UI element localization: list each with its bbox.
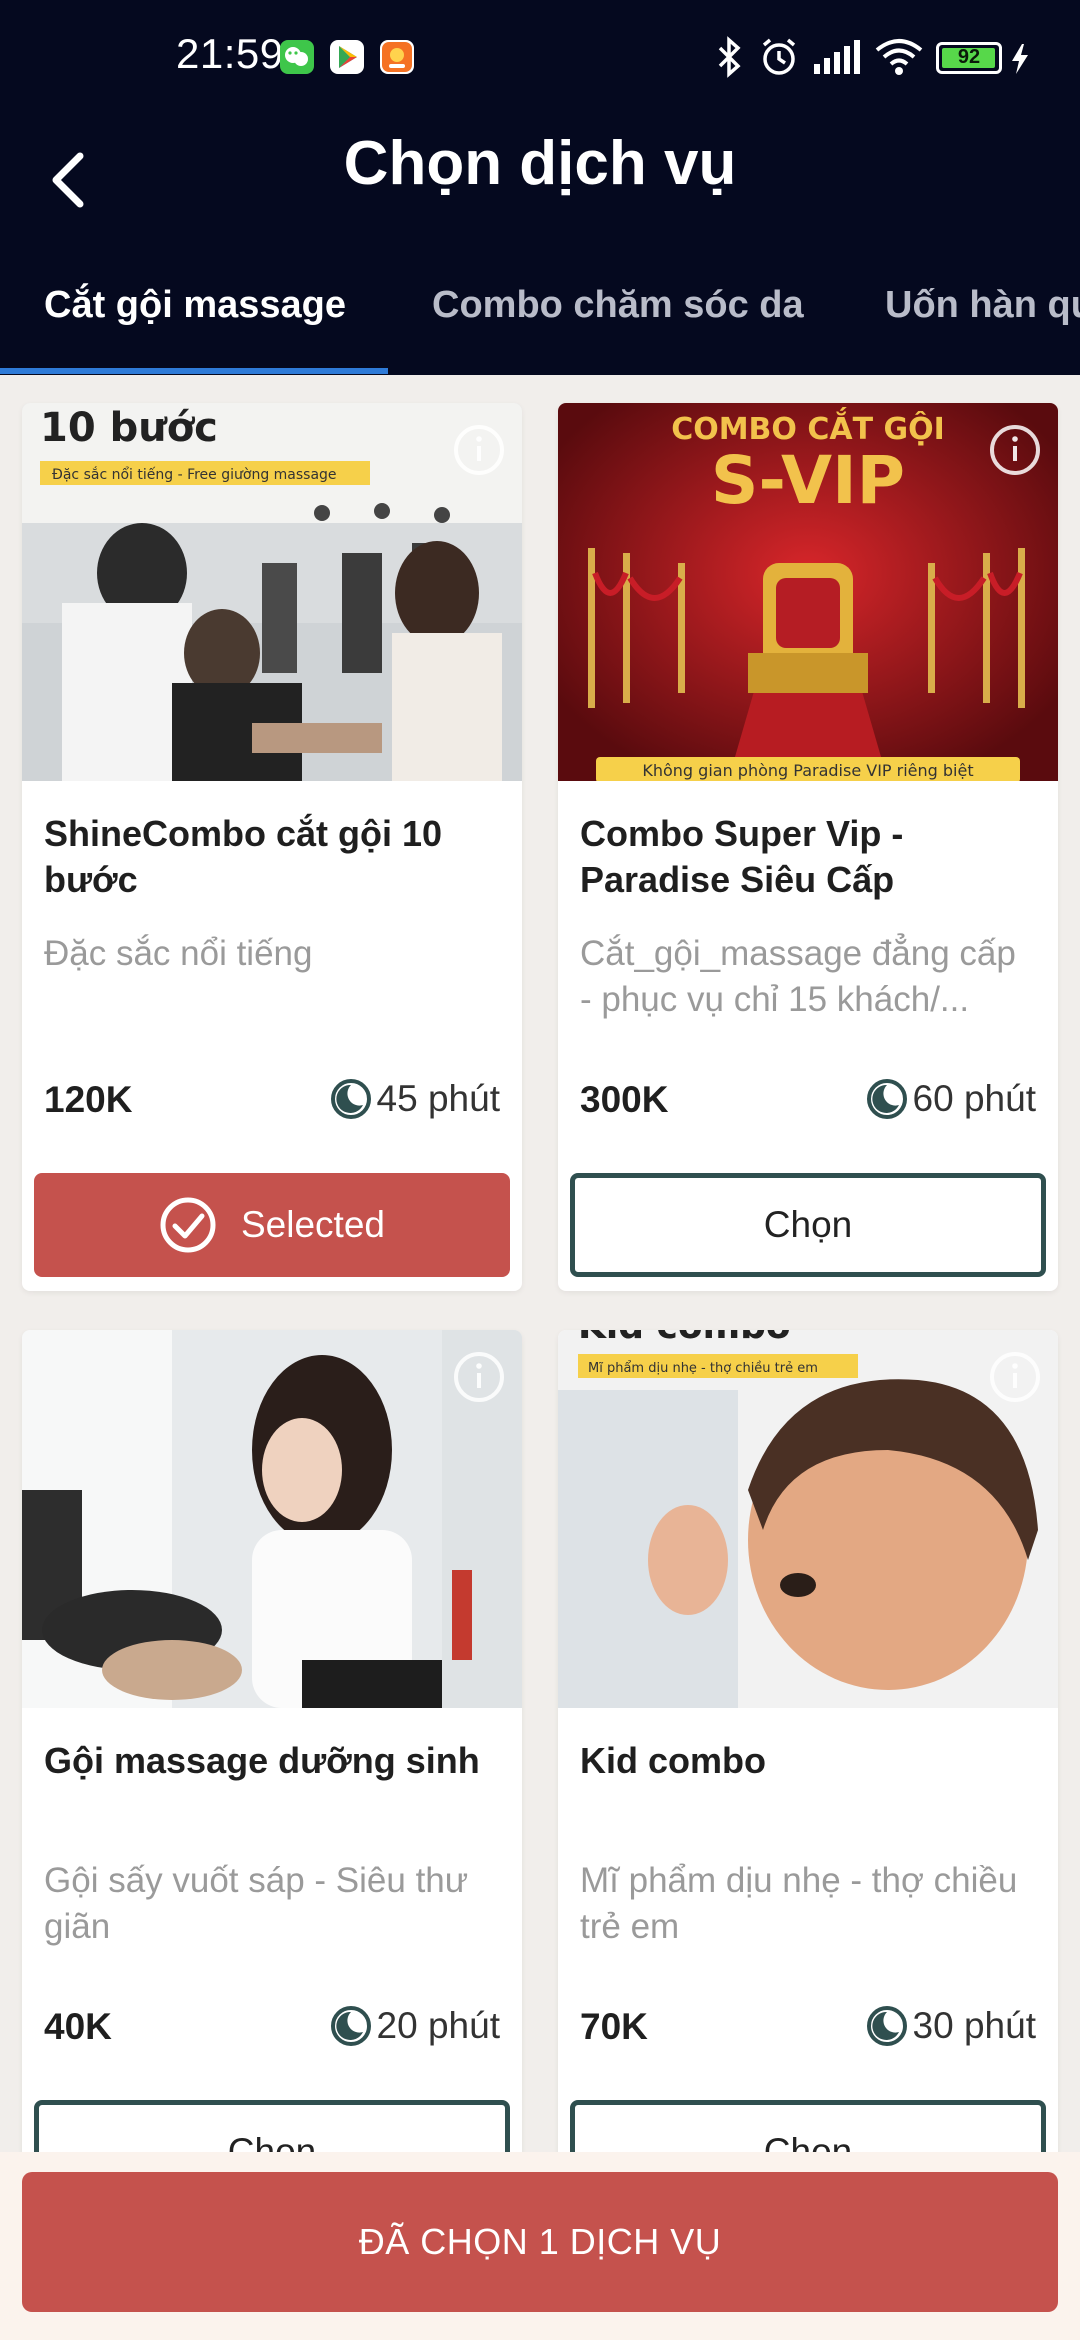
service-title: Gội massage dưỡng sinh bbox=[44, 1740, 480, 1781]
bluetooth-icon bbox=[712, 36, 746, 78]
navigation-bar: Chọn dịch vụ bbox=[0, 120, 1080, 260]
svg-text:Kid combo: Kid combo bbox=[578, 1330, 791, 1347]
service-title: Kid combo bbox=[580, 1740, 766, 1781]
service-price: 70K bbox=[580, 2006, 648, 2047]
wechat-icon bbox=[280, 40, 314, 74]
svg-text:Mĩ phẩm dịu nhẹ - thợ chiều tr: Mĩ phẩm dịu nhẹ - thợ chiều trẻ em bbox=[588, 1361, 818, 1376]
confirm-selection-button[interactable]: ĐÃ CHỌN 1 DỊCH VỤ bbox=[22, 2172, 1058, 2312]
svg-text:COMBO CẮT GỘI: COMBO CẮT GỘI bbox=[671, 407, 945, 447]
info-icon[interactable] bbox=[988, 1350, 1042, 1404]
category-tabs: Cắt gội massage Combo chăm sóc da Uốn hà… bbox=[0, 270, 1080, 375]
alarm-icon bbox=[758, 36, 800, 78]
bottom-bar: ĐÃ CHỌN 1 DỊCH VỤ bbox=[0, 2152, 1080, 2340]
image-caption-text: 10 bước bbox=[40, 405, 218, 451]
service-card[interactable]: COMBO CẮT GỘI S-VIP Không gian phòng Par… bbox=[558, 403, 1058, 1291]
service-description: Gội sấy vuốt sáp - Siêu thư giãn bbox=[44, 1861, 469, 1946]
service-price: 120K bbox=[44, 1079, 133, 1120]
service-title: Combo Super Vip - Paradise Siêu Cấp bbox=[580, 813, 904, 900]
app-header: 21:59 92 Chọn dịch vụ Cắt gội massage Co… bbox=[0, 0, 1080, 375]
status-bar: 21:59 92 bbox=[0, 0, 1080, 120]
service-description: Cắt_gội_massage đẳng cấp - phục vụ chỉ 1… bbox=[580, 934, 1016, 1019]
choose-button[interactable]: Chọn bbox=[570, 1173, 1046, 1277]
svg-text:S-VIP: S-VIP bbox=[711, 442, 905, 519]
clock-icon bbox=[330, 1079, 371, 1119]
service-image bbox=[22, 1330, 522, 1708]
clock-icon bbox=[866, 2006, 907, 2046]
service-price: 40K bbox=[44, 2006, 112, 2047]
service-image: COMBO CẮT GỘI S-VIP Không gian phòng Par… bbox=[558, 403, 1058, 781]
play-store-icon bbox=[330, 40, 364, 74]
service-duration: 45 phút bbox=[329, 1077, 500, 1121]
battery-level: 92 bbox=[957, 46, 981, 68]
service-image: 10 bước Đặc sắc nổi tiếng - Free giường … bbox=[22, 403, 522, 781]
service-card[interactable]: Kid combo Mĩ phẩm dịu nhẹ - thợ chiều tr… bbox=[558, 1330, 1058, 2230]
service-image: Kid combo Mĩ phẩm dịu nhẹ - thợ chiều tr… bbox=[558, 1330, 1058, 1708]
tab-uon-han-quoc[interactable]: Uốn hàn quốc bbox=[885, 284, 1080, 327]
status-time: 21:59 bbox=[176, 30, 284, 77]
clock-icon bbox=[866, 1079, 907, 1119]
service-description: Mĩ phẩm dịu nhẹ - thợ chiều trẻ em bbox=[580, 1861, 1018, 1946]
battery-icon: 92 bbox=[936, 42, 1002, 74]
info-icon[interactable] bbox=[452, 423, 506, 477]
tab-combo-cham-soc-da[interactable]: Combo chăm sóc da bbox=[432, 284, 804, 327]
active-tab-indicator bbox=[0, 368, 388, 374]
info-icon[interactable] bbox=[452, 1350, 506, 1404]
clock-icon bbox=[330, 2006, 371, 2046]
service-duration: 30 phút bbox=[865, 2004, 1036, 2048]
duration-text: 30 phút bbox=[912, 2005, 1036, 2046]
svg-text:Đặc sắc nổi tiếng - Free giườn: Đặc sắc nổi tiếng - Free giường massage bbox=[52, 466, 337, 483]
duration-text: 20 phút bbox=[376, 2005, 500, 2046]
charging-icon bbox=[1008, 42, 1032, 81]
service-title: ShineCombo cắt gội 10 bước bbox=[44, 813, 443, 900]
wifi-icon bbox=[874, 36, 924, 78]
selected-button[interactable]: Selected bbox=[34, 1173, 510, 1277]
check-circle-icon bbox=[160, 1197, 216, 1253]
shopee-icon bbox=[380, 40, 414, 74]
service-duration: 20 phút bbox=[329, 2004, 500, 2048]
service-price: 300K bbox=[580, 1079, 669, 1120]
info-icon[interactable] bbox=[988, 423, 1042, 477]
tab-cat-goi-massage[interactable]: Cắt gội massage bbox=[44, 284, 346, 327]
duration-text: 45 phút bbox=[376, 1078, 500, 1119]
signal-icon bbox=[812, 36, 862, 78]
service-description: Đặc sắc nổi tiếng bbox=[44, 934, 313, 973]
page-title: Chọn dịch vụ bbox=[343, 129, 737, 198]
svg-text:Không gian phòng Paradise VIP: Không gian phòng Paradise VIP riêng biệt bbox=[642, 761, 973, 780]
service-duration: 60 phút bbox=[865, 1077, 1036, 1121]
service-card[interactable]: 10 bước Đặc sắc nổi tiếng - Free giường … bbox=[22, 403, 522, 1291]
selected-button-label: Selected bbox=[241, 1204, 385, 1245]
duration-text: 60 phút bbox=[912, 1078, 1036, 1119]
service-card[interactable]: Gội massage dưỡng sinh Gội sấy vuốt sáp … bbox=[22, 1330, 522, 2230]
